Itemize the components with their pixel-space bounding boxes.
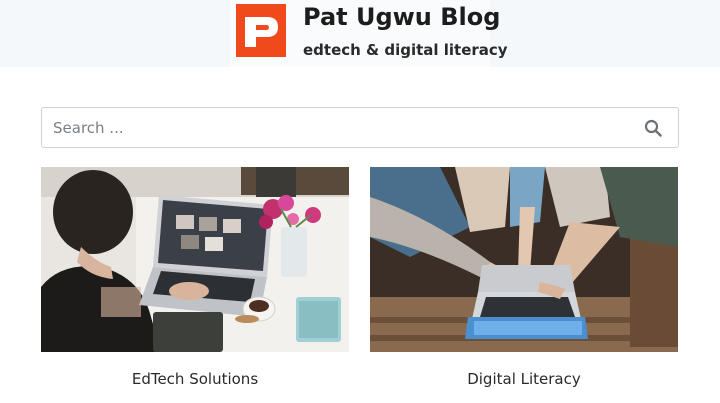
card-label[interactable]: EdTech Solutions [41,370,349,388]
site-logo-icon[interactable] [236,4,286,57]
card-image[interactable] [370,167,678,352]
search-icon[interactable] [644,119,662,137]
card-label[interactable]: Digital Literacy [370,370,678,388]
search-input[interactable] [51,116,615,140]
card-image[interactable] [41,167,349,352]
category-card-digital-literacy[interactable]: Digital Literacy [370,167,678,388]
search-box [41,107,679,148]
site-title[interactable]: Pat Ugwu Blog [303,3,500,31]
category-card-edtech[interactable]: EdTech Solutions [41,167,349,388]
site-tagline: edtech & digital literacy [303,41,508,59]
